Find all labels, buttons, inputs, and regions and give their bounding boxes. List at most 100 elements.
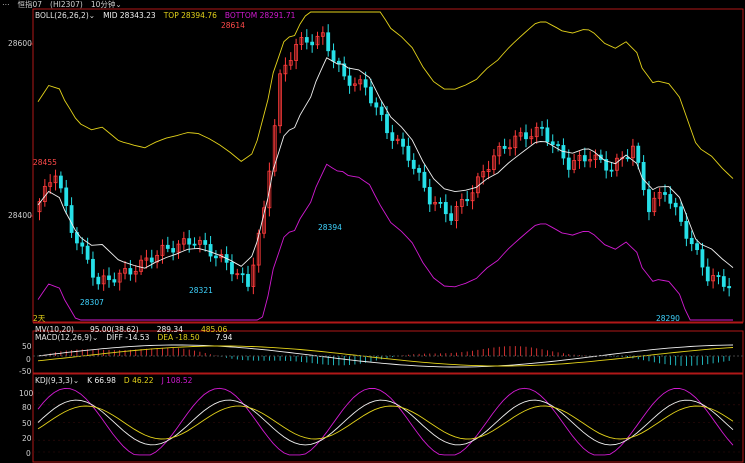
candle-body (689, 237, 694, 245)
boll-upper-line (37, 11, 734, 179)
candle-body (636, 145, 641, 163)
macd-diff-value: DIFF -14.53 (106, 333, 150, 342)
candle-body (304, 37, 309, 43)
macd-indicator-name[interactable]: MACD(12,26,9)⌄ (35, 333, 98, 342)
candle-body (438, 201, 443, 204)
candle-body (246, 273, 250, 287)
candle-body (379, 106, 384, 115)
boll-name: BOLL(26,26,2) (35, 11, 89, 20)
kdj-axis-20: 20 (22, 434, 32, 443)
chart-app: ⋯ 恒指07 (HI2307) 10分钟⌄ BOLL(26,26,2)⌄ MID… (0, 0, 745, 463)
candle-body (502, 145, 507, 149)
kdj-legend: KDJ(9,3,3)⌄ K 66.98 D 46.22 J 108.52 (35, 376, 192, 385)
candle-body (679, 206, 683, 222)
candle-body (363, 79, 368, 88)
kdj-d-value: D 46.22 (123, 376, 154, 385)
candle-body (417, 168, 421, 173)
candle-body (524, 132, 528, 140)
candle-body (465, 199, 470, 202)
candle-body (80, 242, 85, 247)
candle-body (406, 145, 411, 161)
candle-body (385, 114, 389, 134)
boll-bottom-value: BOTTOM 28291.71 (224, 11, 296, 20)
local-high-annotation: 28455 (33, 158, 57, 167)
chart-canvas[interactable] (0, 0, 745, 463)
macd-value: 7.94 (215, 333, 233, 342)
price-axis-label-low: 28400 (8, 211, 32, 220)
kdj-axis-0: 0 (26, 449, 31, 458)
main-panel-frame (32, 8, 744, 323)
candle-body (449, 213, 454, 221)
boll-mid-value: MID 28343.23 (103, 11, 156, 20)
candle-body (149, 257, 154, 263)
candle-body (700, 249, 705, 268)
candle-body (550, 141, 555, 145)
candle-body (411, 159, 416, 169)
candle-body (112, 279, 117, 283)
candle-body (230, 261, 234, 275)
candle-body (214, 255, 218, 259)
macd-name: MACD(12,26,9) (35, 333, 92, 342)
macd-axis-0: 0 (26, 355, 31, 364)
days-label: 2天 (33, 314, 46, 323)
candle-body (69, 205, 74, 233)
candle-body (545, 127, 550, 143)
candle-body (390, 132, 395, 141)
boll-mid-line (37, 57, 734, 269)
candle-body (91, 258, 95, 278)
candle-body (331, 50, 336, 62)
candle-body (240, 273, 245, 276)
candle-body (422, 171, 427, 188)
kdj-name: KDJ(9,3,3) (35, 376, 73, 385)
candle-body (566, 157, 571, 170)
candle-body (663, 192, 667, 195)
candle-body (625, 157, 630, 160)
candle-body (347, 75, 352, 86)
kdj-j-value: J 108.52 (161, 376, 193, 385)
kdj-k-value: K 66.98 (87, 376, 116, 385)
kdj-axis-80: 80 (22, 403, 32, 412)
candle-body (641, 161, 646, 191)
high-annotation: 28614 (221, 21, 245, 30)
candle-body (171, 248, 176, 253)
boll-lower-line (37, 163, 733, 321)
candle-body (401, 138, 405, 147)
chevron-down-icon: ⌄ (88, 11, 96, 20)
candle-body (727, 286, 732, 289)
kdj-indicator-name[interactable]: KDJ(9,3,3)⌄ (35, 376, 79, 385)
candle-body (326, 32, 331, 52)
boll-legend: BOLL(26,26,2)⌄ MID 28343.23 TOP 28394.76… (35, 11, 295, 20)
candle-body (609, 169, 614, 172)
candle-body (369, 86, 373, 104)
candle-body (192, 243, 197, 246)
candle-body (187, 238, 192, 245)
candle-body (721, 276, 726, 287)
kdj-axis-100: 100 (19, 389, 34, 398)
price-axis-label-high: 28600 (8, 39, 32, 48)
boll-indicator-name[interactable]: BOLL(26,26,2)⌄ (35, 11, 95, 20)
candle-body (165, 244, 170, 249)
candle-body (716, 275, 721, 277)
candle-body (673, 202, 678, 208)
candle-body (427, 187, 432, 205)
candle-body (668, 194, 673, 204)
candle-body (96, 276, 101, 285)
low-annotation-3: 28307 (80, 298, 104, 307)
candle-body (684, 221, 689, 239)
candle-body (540, 126, 544, 129)
macd-dea-value: DEA -18.50 (157, 333, 200, 342)
candle-body (443, 202, 448, 215)
chevron-down-icon: ⌄ (72, 376, 80, 385)
candle-body (128, 268, 133, 275)
low-annotation-1: 28394 (318, 223, 342, 232)
candle-body (705, 266, 710, 282)
candle-body (64, 187, 69, 206)
chevron-down-icon: ⌄ (91, 333, 99, 342)
low-annotation-2: 28321 (189, 286, 213, 295)
macd-axis-neg50: -50 (19, 367, 32, 376)
macd-axis-50: 50 (22, 342, 32, 351)
candle-body (647, 189, 651, 213)
candle-body (310, 41, 315, 46)
candle-body (58, 175, 63, 189)
candle-body (695, 243, 699, 251)
